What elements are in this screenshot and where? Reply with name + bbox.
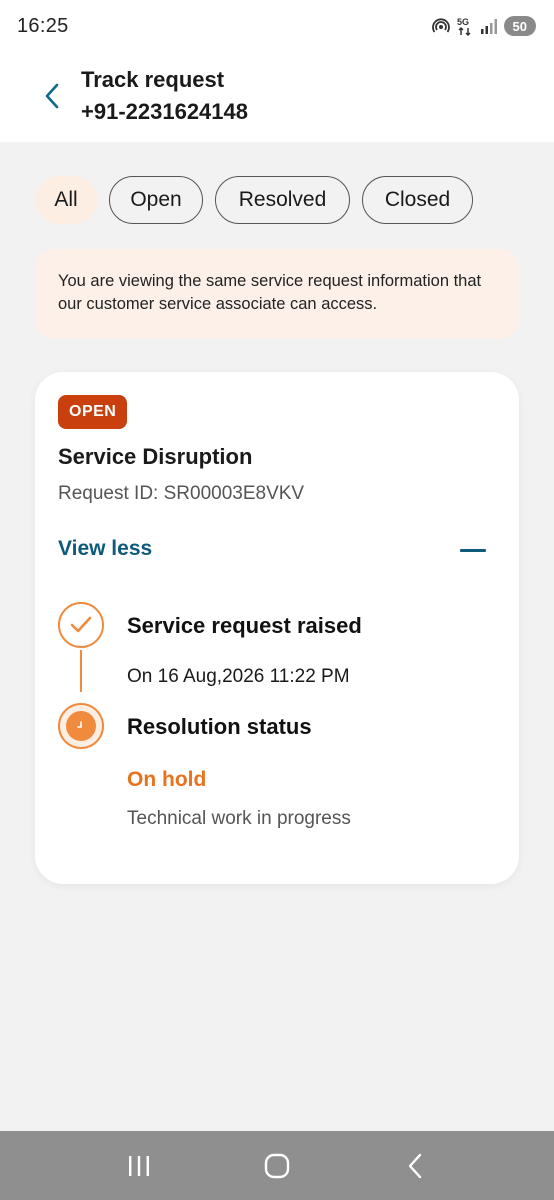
checkmark-icon — [70, 616, 92, 633]
svg-text:5G: 5G — [457, 17, 469, 27]
filter-resolved-chip[interactable]: Resolved — [215, 176, 350, 224]
request-title: Service Disruption — [58, 444, 253, 469]
filter-all-chip[interactable]: All — [35, 176, 97, 224]
timeline-connector — [80, 650, 82, 692]
resolution-status-value: On hold — [127, 768, 207, 791]
back-icon — [408, 1153, 422, 1178]
step-raised-date: On 16 Aug,2026 11:22 PM — [127, 666, 350, 687]
view-less-link[interactable]: View less — [58, 537, 152, 561]
home-button[interactable] — [257, 1146, 297, 1186]
clock-icon — [66, 711, 96, 741]
system-back-button[interactable] — [395, 1146, 435, 1186]
info-banner: You are viewing the same service request… — [35, 249, 519, 339]
step-raised-indicator — [58, 602, 104, 648]
filter-chips: All Open Resolved Closed — [35, 176, 473, 224]
step-raised-title: Service request raised — [127, 613, 362, 638]
filter-open-chip[interactable]: Open — [109, 176, 203, 224]
phone-number: +91-2231624148 — [81, 99, 248, 124]
home-icon — [264, 1153, 290, 1178]
battery-indicator: 50 — [503, 16, 536, 36]
step-resolution-indicator — [58, 703, 104, 749]
status-icons: 5G 50 — [431, 15, 536, 37]
page-title: Track request — [81, 67, 225, 92]
hotspot-icon — [431, 18, 450, 33]
recent-apps-icon — [129, 1155, 149, 1176]
step-resolution-title: Resolution status — [127, 714, 312, 739]
page-header: Track request +91-2231624148 — [0, 52, 554, 142]
back-button[interactable] — [36, 78, 68, 114]
request-id: Request ID: SR00003E8VKV — [58, 483, 305, 504]
request-card: OPEN Service Disruption Request ID: SR00… — [35, 372, 519, 884]
collapse-icon[interactable] — [459, 537, 487, 563]
header-text: Track request +91-2231624148 — [81, 64, 248, 128]
5g-icon: 5G — [457, 17, 471, 37]
filter-closed-chip[interactable]: Closed — [362, 176, 473, 224]
status-badge: OPEN — [58, 395, 128, 429]
chevron-left-icon — [45, 83, 59, 109]
signal-icon — [480, 19, 497, 34]
resolution-status-detail: Technical work in progress — [127, 808, 351, 829]
recent-apps-button[interactable] — [119, 1146, 159, 1186]
system-nav-bar — [0, 1131, 554, 1200]
status-bar: 16:25 5G 50 — [0, 0, 554, 52]
status-time: 16:25 — [17, 14, 69, 37]
